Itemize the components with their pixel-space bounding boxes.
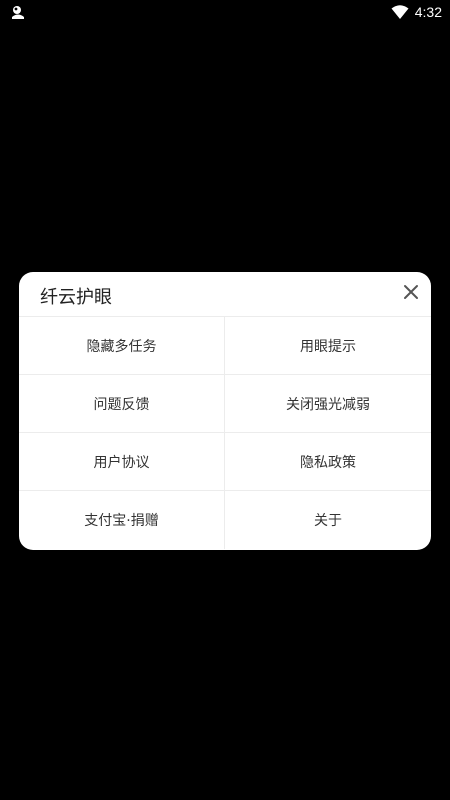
status-time: 4:32 — [414, 4, 442, 20]
menu-hide-multitask-button[interactable]: 隐藏多任务 — [19, 317, 225, 375]
menu-feedback-button[interactable]: 问题反馈 — [19, 375, 225, 433]
menu-disable-glare-reduction-button[interactable]: 关闭强光减弱 — [225, 375, 431, 433]
wifi-icon — [391, 5, 409, 19]
menu-privacy-policy-button[interactable]: 隐私政策 — [225, 433, 431, 491]
menu-alipay-donate-button[interactable]: 支付宝·捐赠 — [19, 491, 225, 549]
close-icon[interactable] — [401, 282, 421, 302]
status-indicators: 4:32 — [391, 2, 442, 22]
status-bar: 4:32 — [0, 0, 450, 24]
menu-grid: 隐藏多任务 用眼提示 问题反馈 关闭强光减弱 用户协议 隐私政策 支付宝·捐赠 … — [19, 317, 431, 549]
dialog-title: 纤云护眼 — [40, 287, 112, 308]
menu-about-button[interactable]: 关于 — [225, 491, 431, 549]
options-dialog: 纤云护眼 隐藏多任务 用眼提示 问题反馈 关闭强光减弱 用户协议 隐私政策 支付… — [19, 272, 431, 550]
notification-app-icon — [12, 6, 24, 19]
menu-user-agreement-button[interactable]: 用户协议 — [19, 433, 225, 491]
dialog-header: 纤云护眼 — [19, 272, 431, 317]
menu-eye-reminder-button[interactable]: 用眼提示 — [225, 317, 431, 375]
